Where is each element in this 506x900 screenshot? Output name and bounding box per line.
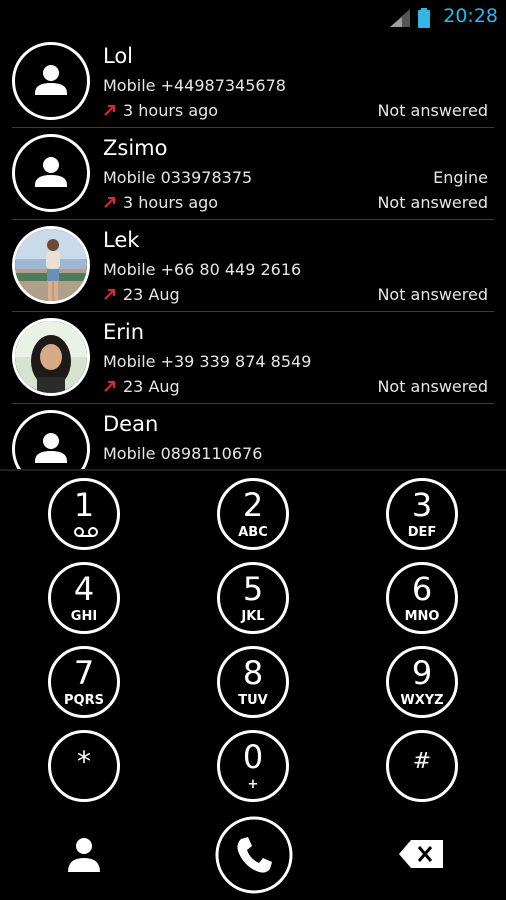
avatar[interactable] bbox=[12, 42, 90, 120]
dial-key-3[interactable]: 3 DEF bbox=[386, 478, 458, 550]
contact-number: Mobile 033978375 bbox=[103, 168, 253, 187]
call-status: Not answered bbox=[377, 377, 488, 396]
dialer-actions bbox=[0, 812, 506, 900]
call-time: 23 Aug bbox=[103, 377, 180, 396]
dial-key-letters: MNO bbox=[404, 609, 440, 624]
outgoing-call-arrow-icon bbox=[104, 289, 115, 300]
contact-number: Mobile 0898110676 bbox=[103, 444, 263, 463]
contact-name: Erin bbox=[103, 320, 145, 344]
dial-key-digit: 4 bbox=[73, 570, 95, 608]
dial-key-letters: PQRS bbox=[64, 693, 104, 708]
avatar[interactable] bbox=[12, 134, 90, 212]
call-time-text: 3 hours ago bbox=[123, 193, 219, 212]
dial-key-7[interactable]: 7 PQRS bbox=[48, 646, 120, 718]
outgoing-call-arrow-icon bbox=[104, 105, 115, 116]
dial-key-letters: ABC bbox=[238, 525, 268, 540]
dialpad: 1 2 ABC 3 DEF 4 GHI 5 JKL 6 MNO 7 PQRS 8… bbox=[0, 471, 506, 811]
contact-photo-erin bbox=[15, 321, 87, 393]
dial-key-letters: GHI bbox=[70, 609, 98, 624]
call-status: Not answered bbox=[377, 193, 488, 212]
voicemail-icon bbox=[74, 527, 98, 537]
dial-key-letters: JKL bbox=[241, 609, 265, 624]
call-log-list[interactable]: Lol Mobile +44987345678 3 hours ago Not … bbox=[0, 36, 506, 470]
dial-key-1[interactable]: 1 bbox=[48, 478, 120, 550]
avatar[interactable] bbox=[12, 226, 90, 304]
call-log-row[interactable]: Lek Mobile +66 80 449 2616 23 Aug Not an… bbox=[0, 220, 506, 312]
dial-key-star[interactable]: * bbox=[48, 730, 120, 802]
backspace-icon bbox=[399, 840, 443, 868]
default-person-icon bbox=[35, 65, 67, 95]
delete-button[interactable] bbox=[399, 840, 443, 872]
status-time: 20:28 bbox=[443, 5, 498, 27]
call-time: 3 hours ago bbox=[103, 101, 218, 120]
avatar[interactable] bbox=[12, 318, 90, 396]
status-bar: 20:28 bbox=[0, 0, 506, 36]
dial-key-2[interactable]: 2 ABC bbox=[217, 478, 289, 550]
dial-key-digit: 6 bbox=[411, 570, 433, 608]
contact-photo-lek bbox=[15, 229, 87, 301]
call-time: 3 hours ago bbox=[103, 193, 218, 212]
dial-key-5[interactable]: 5 JKL bbox=[217, 562, 289, 634]
dial-key-letters: WXYZ bbox=[400, 693, 444, 708]
contact-number: Mobile +66 80 449 2616 bbox=[103, 260, 302, 279]
outgoing-call-arrow-icon bbox=[104, 197, 115, 208]
contacts-button[interactable] bbox=[62, 834, 106, 878]
dial-key-0[interactable]: 0 + bbox=[217, 730, 289, 802]
dial-key-6[interactable]: 6 MNO bbox=[386, 562, 458, 634]
outgoing-call-arrow-icon bbox=[104, 381, 115, 392]
contact-name: Lek bbox=[103, 228, 140, 252]
signal-icon bbox=[390, 9, 410, 27]
dial-key-hash[interactable]: # bbox=[386, 730, 458, 802]
dial-key-symbol: # bbox=[412, 749, 432, 774]
call-time: 23 Aug bbox=[103, 285, 180, 304]
call-status: Not answered bbox=[377, 101, 488, 120]
default-person-icon bbox=[35, 157, 67, 187]
dial-key-digit: 1 bbox=[73, 486, 95, 524]
contact-name: Zsimo bbox=[103, 136, 168, 160]
dial-key-digit: 2 bbox=[242, 486, 264, 524]
phone-icon bbox=[215, 816, 293, 894]
dial-key-digit: 3 bbox=[411, 486, 433, 524]
contact-name: Lol bbox=[103, 44, 134, 68]
call-log-row[interactable]: Zsimo Mobile 033978375 Engine 3 hours ag… bbox=[0, 128, 506, 220]
default-person-icon bbox=[35, 433, 67, 463]
battery-icon bbox=[418, 8, 430, 28]
dial-key-digit: 0 bbox=[242, 738, 264, 776]
call-time-text: 23 Aug bbox=[123, 377, 180, 396]
dial-key-digit: 9 bbox=[411, 654, 433, 692]
contact-number: Mobile +39 339 874 8549 bbox=[103, 352, 312, 371]
dial-key-letters: TUV bbox=[238, 693, 268, 708]
call-time-text: 23 Aug bbox=[123, 285, 180, 304]
call-button[interactable] bbox=[214, 815, 294, 899]
number-label: Engine bbox=[433, 168, 488, 187]
dial-key-digit: 5 bbox=[242, 570, 264, 608]
call-log-row[interactable]: Erin Mobile +39 339 874 8549 23 Aug Not … bbox=[0, 312, 506, 404]
dial-key-8[interactable]: 8 TUV bbox=[217, 646, 289, 718]
dial-key-digit: 7 bbox=[73, 654, 95, 692]
dial-key-4[interactable]: 4 GHI bbox=[48, 562, 120, 634]
call-status: Not answered bbox=[377, 285, 488, 304]
dial-key-9[interactable]: 9 WXYZ bbox=[386, 646, 458, 718]
avatar[interactable] bbox=[12, 410, 90, 470]
call-log-row[interactable]: Lol Mobile +44987345678 3 hours ago Not … bbox=[0, 36, 506, 128]
contact-number: Mobile +44987345678 bbox=[103, 76, 286, 95]
dial-key-letters: DEF bbox=[407, 525, 437, 540]
dial-key-digit: 8 bbox=[242, 654, 264, 692]
dial-key-symbol: * bbox=[77, 745, 91, 778]
contact-name: Dean bbox=[103, 412, 159, 436]
call-log-row[interactable]: Dean Mobile 0898110676 bbox=[0, 404, 506, 470]
dial-key-letters: + bbox=[247, 777, 259, 792]
person-icon bbox=[68, 838, 100, 872]
call-time-text: 3 hours ago bbox=[123, 101, 219, 120]
